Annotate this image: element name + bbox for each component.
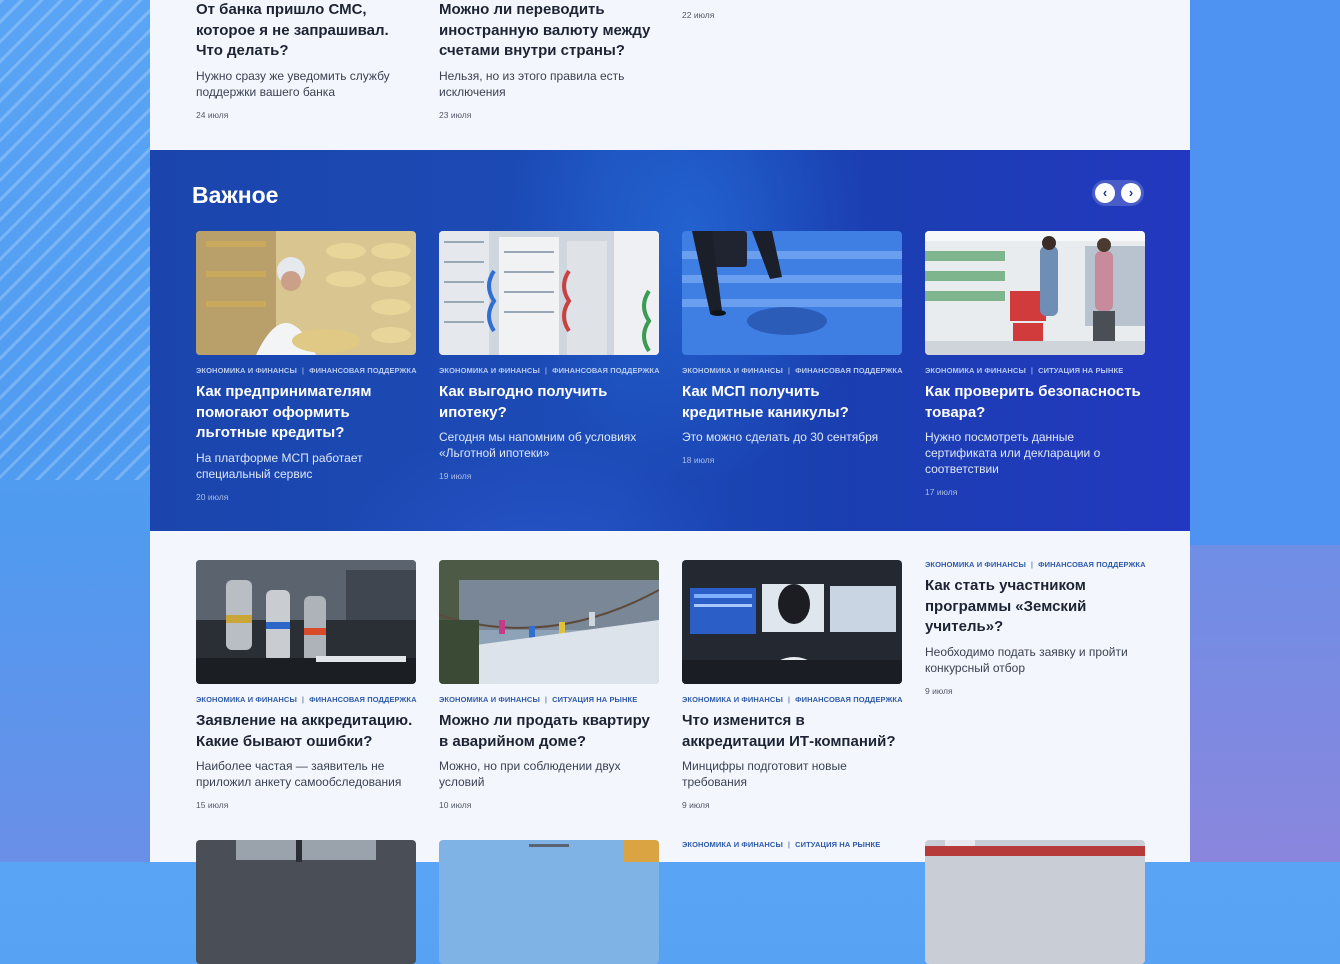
article-description: Это можно сделать до 30 сентября (682, 430, 879, 444)
tag-category[interactable]: Финансовая поддержка (1038, 560, 1146, 569)
article-card[interactable]: Экономика и финансы | Финансовая поддержка… (196, 560, 417, 810)
article-date: 17 июля (925, 487, 958, 497)
article-date: 18 июля (682, 455, 715, 465)
article-description: На платформе МСП работает специальный се… (196, 450, 363, 481)
article-image-supermarket[interactable] (925, 231, 1145, 355)
tag-category[interactable]: Экономика и финансы (925, 366, 1026, 375)
article-image-construction[interactable] (439, 840, 659, 964)
article-description: Нужно посмотреть данные сертификата или … (925, 430, 1101, 476)
article-tags: Экономика и финансы | Финансовая поддержка (439, 366, 660, 375)
article-image-it-workstation[interactable] (682, 560, 902, 684)
section-title: Важное (192, 182, 279, 208)
article-title[interactable]: Заявление на аккредитацию. Какие бывают … (196, 711, 416, 752)
background-right-panel (1190, 0, 1340, 545)
article-tags: Экономика и финансы | Ситуация на рынке (439, 695, 638, 704)
article-date: 22 июля (682, 10, 715, 20)
article-title[interactable]: Как предпринимателям помогают оформить л… (196, 382, 416, 444)
article-card[interactable]: 22 июля (682, 0, 902, 20)
tag-category[interactable]: Экономика и финансы (925, 560, 1026, 569)
article-description: Нужно сразу же уведомить службу поддержк… (196, 68, 390, 99)
article-description: Минцифры подготовит новые требования (682, 759, 847, 789)
tag-category[interactable]: Финансовая поддержка (795, 366, 903, 375)
article-card[interactable]: Можно ли переводить иностранную валюту м… (439, 0, 659, 120)
article-description: Сегодня мы напомним об условиях «Льготно… (439, 430, 637, 460)
article-description: Можно, но при соблюдении двух условий (439, 759, 621, 789)
tag-category[interactable]: Финансовая поддержка (309, 695, 417, 704)
tag-category[interactable]: Ситуация на рынке (795, 840, 880, 849)
tag-category[interactable]: Экономика и финансы (439, 695, 540, 704)
carousel-nav: ‹ › (1092, 180, 1144, 206)
article-card[interactable]: Экономика и финансы | Ситуация на рынке Ка… (925, 231, 1145, 497)
article-card[interactable] (439, 840, 659, 964)
article-date: 9 июля (682, 800, 710, 810)
article-description: Наиболее частая — заявитель не приложил … (196, 759, 402, 789)
important-section: Важное ‹ › Экономика и финансы | Финансова (150, 150, 1190, 531)
article-card[interactable]: Экономика и финансы | Финансовая поддержка… (439, 231, 660, 481)
article-title[interactable]: Можно ли продать квартиру в аварийном до… (439, 711, 659, 752)
article-title[interactable]: Что изменится в аккредитации ИТ-компаний… (682, 711, 902, 752)
article-card[interactable]: Экономика и финансы | Ситуация на рынке Мо… (439, 560, 659, 810)
background-stripes (0, 0, 150, 480)
article-date: 9 июля (925, 685, 953, 696)
article-title[interactable]: От банка пришло СМС, которое я не запраш… (196, 0, 416, 62)
tag-category[interactable]: Экономика и финансы (682, 840, 783, 849)
tag-category[interactable]: Экономика и финансы (682, 695, 783, 704)
article-tags: Экономика и финансы | Ситуация на рынке (925, 366, 1124, 375)
tag-category[interactable]: Экономика и финансы (439, 366, 540, 375)
article-image-cheese-storage[interactable] (196, 231, 416, 355)
article-image-building[interactable] (439, 560, 659, 684)
tag-category[interactable]: Финансовая поддержка (795, 695, 903, 704)
article-image-market[interactable] (925, 840, 1145, 964)
article-card[interactable]: Экономика и финансы | Финансовая поддержка… (682, 231, 903, 465)
chevron-right-icon[interactable]: › (1121, 183, 1141, 203)
article-date: 15 июля (196, 800, 229, 810)
article-date: 10 июля (439, 800, 472, 810)
article-date: 20 июля (196, 491, 229, 502)
article-tags: Экономика и финансы | Финансовая поддержка (196, 695, 417, 704)
article-card[interactable]: Экономика и финансы | Финансовая поддержка… (196, 231, 417, 502)
article-title[interactable]: Можно ли переводить иностранную валюту м… (439, 0, 659, 62)
article-title[interactable]: Как стать участником программы «Земский … (925, 576, 1145, 638)
tag-category[interactable]: Экономика и финансы (196, 366, 297, 375)
article-title[interactable]: Как выгодно получить ипотеку? (439, 382, 659, 423)
article-card[interactable] (196, 840, 416, 964)
tag-category[interactable]: Экономика и финансы (196, 695, 297, 704)
article-tags: Экономика и финансы | Ситуация на рынке (682, 840, 881, 849)
article-image-stairs-businessman[interactable] (682, 231, 902, 355)
article-card[interactable]: От банка пришло СМС, которое я не запраш… (196, 0, 416, 120)
tag-category[interactable]: Финансовая поддержка (309, 366, 417, 375)
article-tags: Экономика и финансы | Финансовая поддержка (682, 366, 903, 375)
article-description: Нельзя, но из этого правила есть исключе… (439, 68, 625, 99)
article-card[interactable]: Экономика и финансы | Ситуация на рынке (682, 840, 902, 849)
chevron-left-icon[interactable]: ‹ (1095, 183, 1115, 203)
tag-category[interactable]: Экономика и финансы (682, 366, 783, 375)
article-image-apartment-buildings[interactable] (439, 231, 659, 355)
article-tags: Экономика и финансы | Финансовая поддержка (925, 560, 1146, 569)
article-date: 23 июля (439, 109, 472, 120)
article-tags: Экономика и финансы | Финансовая поддержка (196, 366, 417, 375)
tag-category[interactable]: Ситуация на рынке (552, 695, 637, 704)
tag-category[interactable]: Финансовая поддержка (552, 366, 660, 375)
article-title[interactable]: Как МСП получить кредитные каникулы? (682, 382, 902, 423)
article-date: 24 июля (196, 109, 229, 120)
article-description: Необходимо подать заявку и пройти конкур… (925, 644, 1128, 675)
article-title[interactable]: Как проверить безопасность товара? (925, 382, 1145, 423)
article-card[interactable] (925, 840, 1145, 964)
article-date: 19 июля (439, 471, 472, 481)
article-image-microscope[interactable] (196, 560, 416, 684)
article-card[interactable]: Экономика и финансы | Финансовая поддержка… (925, 560, 1146, 696)
article-tags: Экономика и финансы | Финансовая поддержка (682, 695, 903, 704)
article-image-industrial[interactable] (196, 840, 416, 964)
article-card[interactable]: Экономика и финансы | Финансовая поддержка… (682, 560, 903, 810)
background-right-panel-lower (1190, 545, 1340, 862)
tag-category[interactable]: Ситуация на рынке (1038, 366, 1123, 375)
